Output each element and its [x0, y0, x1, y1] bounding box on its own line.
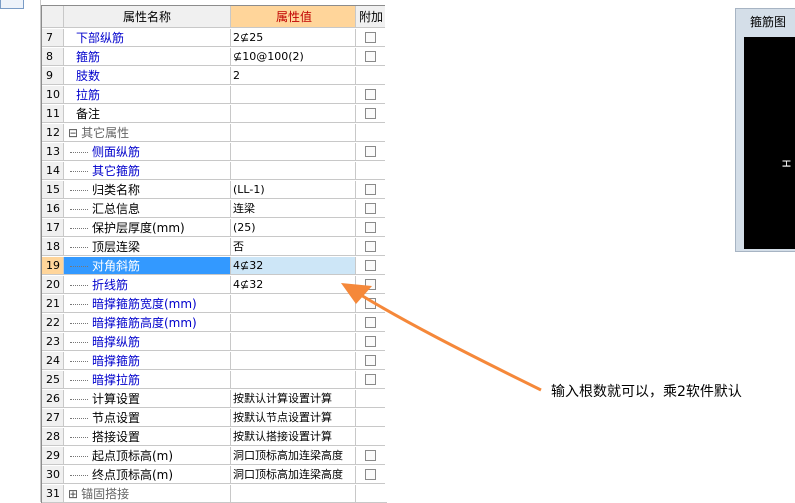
annotation-arrow — [341, 283, 542, 392]
annotation-text: 输入根数就可以，乘2软件默认 — [551, 384, 742, 400]
